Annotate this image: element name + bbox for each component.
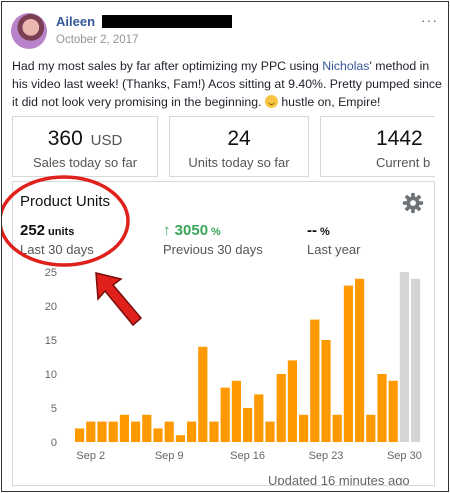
post-text-part: hustle on, Empire! — [277, 95, 381, 109]
smile-emoji-icon — [264, 95, 278, 108]
metric-unit: units — [48, 226, 75, 238]
chart-bar[interactable] — [355, 278, 365, 442]
metric-value: ↑ 3050% — [163, 222, 263, 239]
metric-value: --% — [307, 222, 360, 239]
chart-bar[interactable] — [175, 435, 185, 442]
gear-icon[interactable] — [402, 192, 424, 214]
metric-unit: % — [211, 226, 221, 238]
chart-bar[interactable] — [276, 374, 286, 442]
chart-bar[interactable] — [198, 346, 208, 442]
author-name-link[interactable]: Aileen — [56, 14, 95, 29]
chart-bar[interactable] — [187, 421, 197, 442]
mention-link[interactable]: Nicholas — [322, 59, 369, 73]
chart-bar[interactable] — [332, 414, 342, 442]
updated-timestamp: Updated 16 minutes ago — [268, 473, 410, 486]
chart-bar[interactable] — [366, 414, 376, 442]
stat-value: 360 USD — [13, 127, 157, 151]
chart-bar[interactable] — [343, 285, 353, 442]
metric-number: -- — [307, 222, 317, 239]
units-bar-chart: 0 5 10 15 20 25 Sep 2 Sep 9 Sep 16 Sep 23 Sep 30 — [45, 267, 422, 462]
chart-bar[interactable] — [131, 421, 141, 442]
y-tick-label: 10 — [45, 369, 57, 381]
stat-number: 360 — [47, 127, 83, 150]
stat-value: 24 — [170, 127, 308, 151]
metric-number: 252 — [20, 222, 46, 239]
facebook-post: Aileen October 2, 2017 ··· Had my most s… — [1, 1, 449, 492]
chart-bar[interactable] — [388, 380, 398, 442]
x-tick-label: Sep 23 — [309, 450, 344, 462]
post-author: Aileen — [56, 14, 233, 29]
y-tick-label: 15 — [45, 335, 57, 347]
y-tick-label: 0 — [51, 437, 57, 449]
chart-bar[interactable] — [243, 408, 253, 442]
stat-card-balance: 1442 Current b — [320, 116, 435, 177]
chart-bar[interactable] — [265, 421, 275, 442]
x-tick-label: Sep 2 — [76, 450, 105, 462]
stat-number: 1442 — [376, 127, 423, 150]
metric-previous-30-days: ↑ 3050% Previous 30 days — [163, 222, 263, 257]
metric-unit: % — [320, 226, 330, 238]
metric-last-year: --% Last year — [307, 222, 360, 257]
metric-label: Previous 30 days — [163, 242, 263, 257]
more-options-icon[interactable]: ··· — [421, 12, 438, 28]
stat-number: 24 — [227, 127, 251, 150]
stat-label: Current b — [376, 155, 431, 170]
chart-bar[interactable] — [377, 374, 387, 442]
chart-bar[interactable] — [142, 414, 152, 442]
y-tick-label: 25 — [45, 267, 57, 279]
chart-bar[interactable] — [108, 421, 118, 442]
chart-bar[interactable] — [75, 428, 85, 442]
x-tick-label: Sep 30 — [387, 450, 422, 462]
redacted-name-bar — [102, 15, 233, 28]
chart-bar[interactable] — [209, 421, 219, 442]
metric-label: Last 30 days — [20, 242, 94, 257]
metric-last-30-days: 252 units Last 30 days — [20, 222, 94, 257]
stat-card-sales: 360 USD Sales today so far — [12, 116, 158, 177]
chart-bar[interactable] — [310, 319, 320, 442]
stat-card-units: 24 Units today so far — [169, 116, 309, 177]
chart-bar[interactable] — [97, 421, 107, 442]
post-timestamp[interactable]: October 2, 2017 — [56, 34, 138, 46]
chart-bar[interactable] — [164, 421, 174, 442]
metric-number: 3050 — [174, 222, 209, 239]
chart-bar[interactable] — [153, 428, 163, 442]
metric-label: Last year — [307, 242, 361, 257]
post-text-part: Had my most sales by far after optimizin… — [12, 59, 323, 73]
post-body: Had my most sales by far after optimizin… — [12, 57, 444, 111]
stat-label: Sales today so far — [32, 155, 138, 170]
avatar[interactable] — [11, 13, 47, 49]
y-tick-label: 5 — [51, 403, 57, 415]
product-units-panel: Product Units 252 units Last 30 days ↑ 30… — [12, 181, 435, 486]
x-tick-label: Sep 16 — [230, 450, 265, 462]
stat-unit: USD — [90, 132, 123, 149]
panel-title: Product Units — [20, 193, 111, 210]
chart-bar[interactable] — [254, 394, 264, 442]
chart-bar[interactable] — [86, 421, 96, 442]
stat-value: 1442 — [376, 127, 435, 151]
metric-value: 252 units — [20, 222, 94, 239]
chart-bar[interactable] — [411, 278, 421, 442]
chart-bar[interactable] — [321, 340, 331, 442]
y-tick-label: 20 — [45, 301, 57, 313]
x-tick-label: Sep 9 — [155, 450, 184, 462]
chart-bar[interactable] — [220, 387, 230, 442]
chart-bar[interactable] — [231, 380, 241, 442]
up-arrow-icon: ↑ — [163, 222, 171, 239]
chart-bar[interactable] — [399, 272, 409, 442]
stat-label: Units today so far — [188, 155, 290, 170]
chart-bar[interactable] — [299, 414, 309, 442]
chart-bar[interactable] — [119, 414, 129, 442]
chart-bar[interactable] — [287, 360, 297, 442]
